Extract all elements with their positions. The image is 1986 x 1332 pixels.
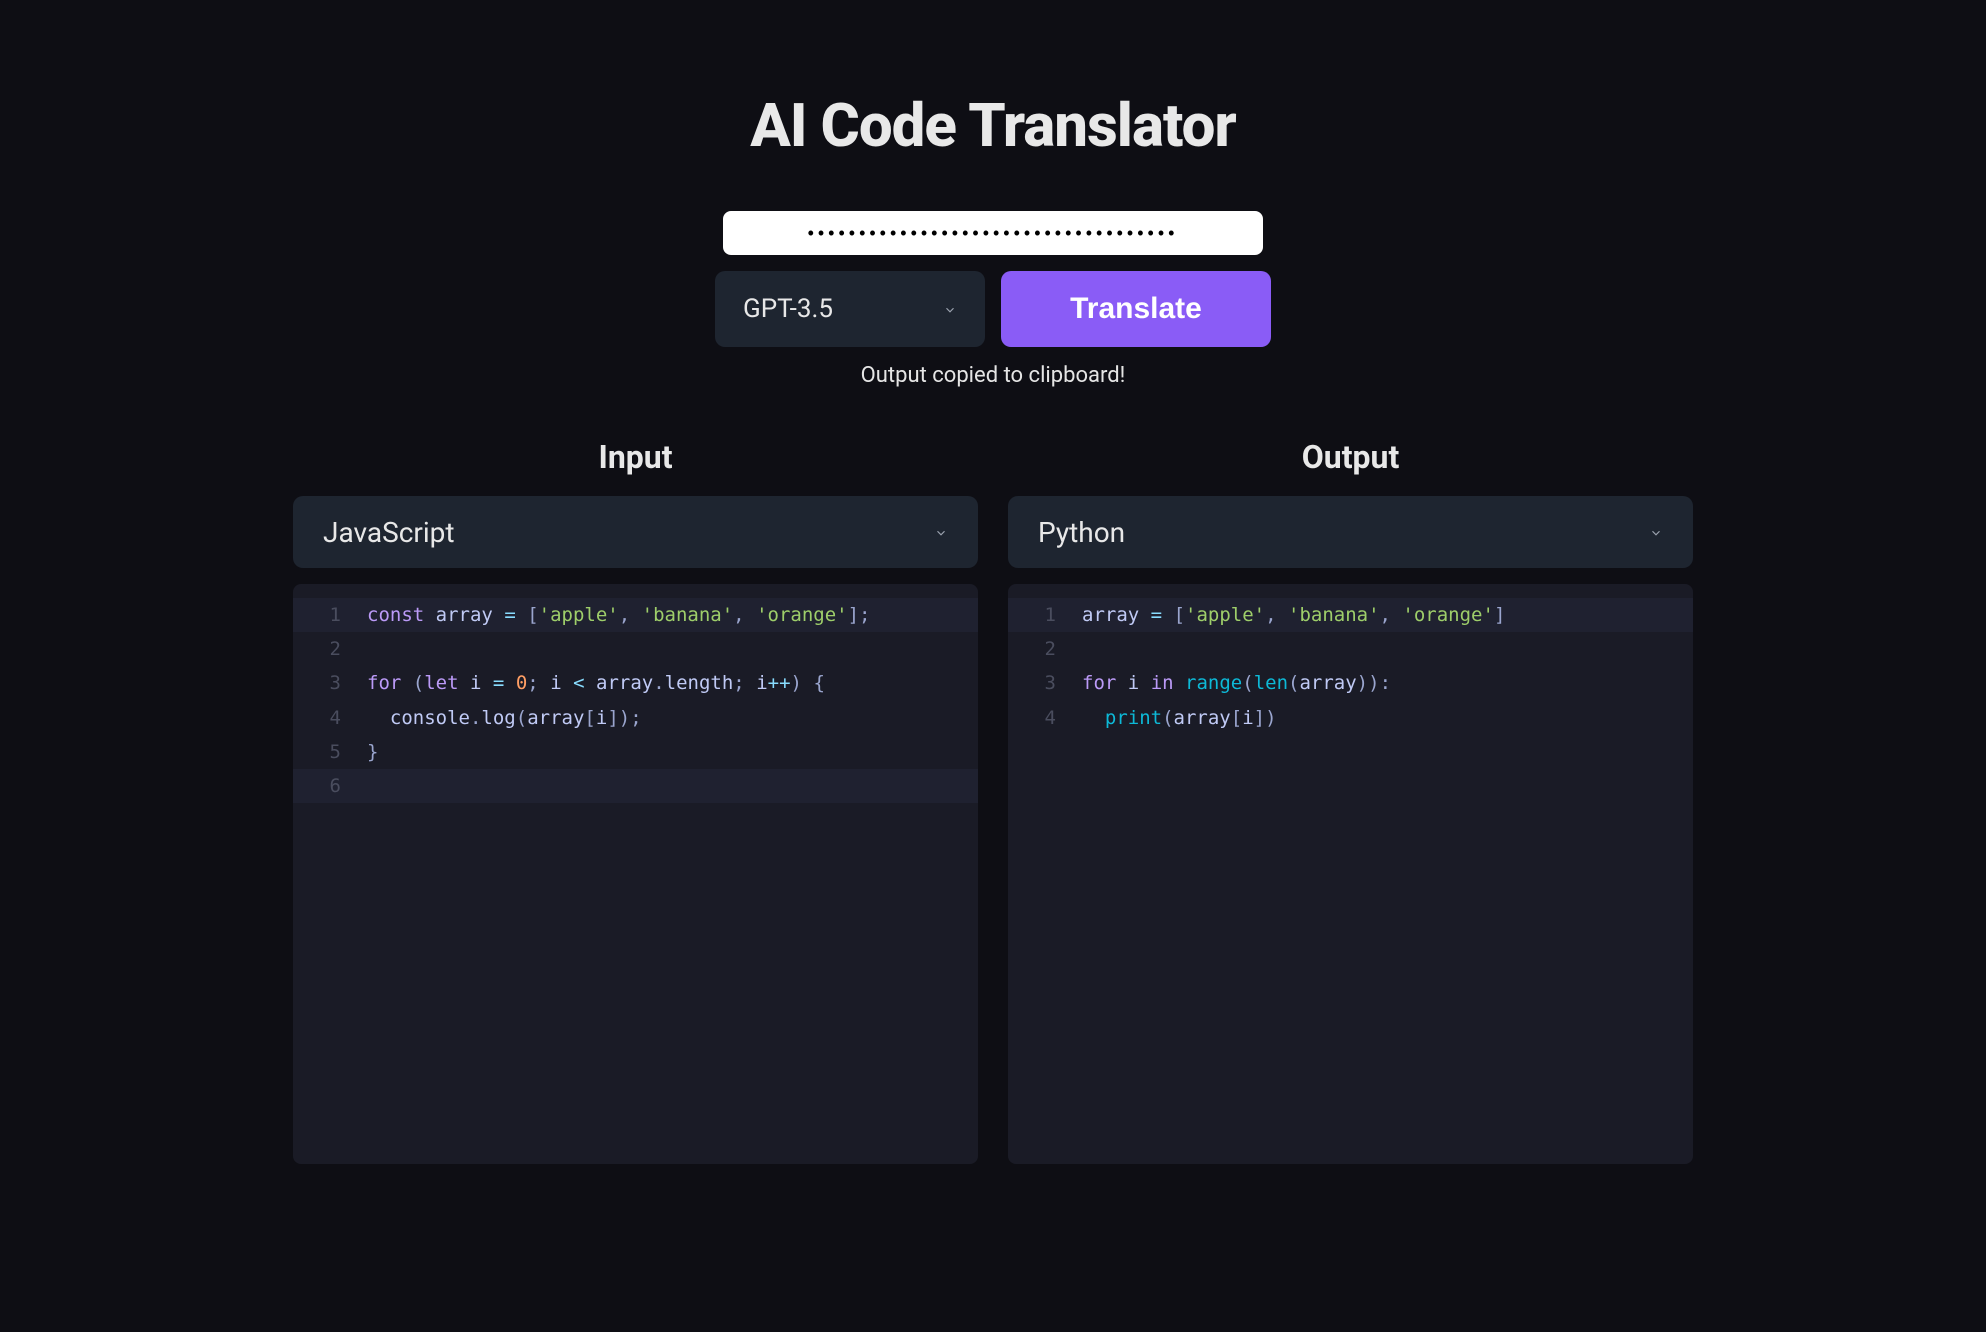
code-line: 1 const array = ['apple', 'banana', 'oran… — [293, 598, 978, 632]
code-line: 2 — [1008, 632, 1693, 666]
output-panel: Output Python 1 array = ['apple', 'banana… — [1008, 438, 1693, 1164]
control-row: GPT-3.5 Translate — [715, 271, 1271, 347]
line-number: 3 — [311, 666, 341, 700]
code-content: print(array[i]) — [1082, 701, 1277, 735]
line-number: 5 — [311, 735, 341, 769]
code-line: 2 — [293, 632, 978, 666]
code-line: 3 for (let i = 0; i < array.length; i++) … — [293, 666, 978, 700]
model-select-value: GPT-3.5 — [743, 294, 943, 324]
line-number: 2 — [1026, 632, 1056, 666]
chevron-down-icon — [934, 525, 948, 539]
line-number: 1 — [1026, 598, 1056, 632]
code-line: 3 for i in range(len(array)): — [1008, 666, 1693, 700]
input-code-editor[interactable]: 1 const array = ['apple', 'banana', 'oran… — [293, 584, 978, 1164]
api-key-input[interactable] — [723, 211, 1263, 255]
code-content: } — [367, 735, 378, 769]
code-content: for i in range(len(array)): — [1082, 666, 1391, 700]
line-number: 6 — [311, 769, 341, 803]
input-language-value: JavaScript — [323, 516, 934, 549]
code-content: for (let i = 0; i < array.length; i++) { — [367, 666, 825, 700]
line-number: 1 — [311, 598, 341, 632]
line-number: 3 — [1026, 666, 1056, 700]
status-message: Output copied to clipboard! — [861, 363, 1126, 388]
code-line: 1 array = ['apple', 'banana', 'orange'] — [1008, 598, 1693, 632]
chevron-down-icon — [943, 302, 957, 316]
chevron-down-icon — [1649, 525, 1663, 539]
line-number: 4 — [1026, 701, 1056, 735]
code-line: 4 console.log(array[i]); — [293, 701, 978, 735]
code-line: 6 — [293, 769, 978, 803]
model-select[interactable]: GPT-3.5 — [715, 271, 985, 347]
page-title: AI Code Translator — [293, 90, 1693, 161]
output-code-editor[interactable]: 1 array = ['apple', 'banana', 'orange'] 23… — [1008, 584, 1693, 1164]
input-panel: Input JavaScript 1 const array = ['apple'… — [293, 438, 978, 1164]
code-content: array = ['apple', 'banana', 'orange'] — [1082, 598, 1505, 632]
line-number: 4 — [311, 701, 341, 735]
output-panel-title: Output — [1008, 438, 1693, 476]
output-language-value: Python — [1038, 516, 1649, 549]
line-number: 2 — [311, 632, 341, 666]
translate-button[interactable]: Translate — [1001, 271, 1271, 347]
code-line: 4 print(array[i]) — [1008, 701, 1693, 735]
panels-container: Input JavaScript 1 const array = ['apple'… — [293, 438, 1693, 1164]
code-line: 5} — [293, 735, 978, 769]
input-panel-title: Input — [293, 438, 978, 476]
input-language-select[interactable]: JavaScript — [293, 496, 978, 568]
code-content: console.log(array[i]); — [367, 701, 642, 735]
code-content: const array = ['apple', 'banana', 'orang… — [367, 598, 871, 632]
output-language-select[interactable]: Python — [1008, 496, 1693, 568]
controls-section: GPT-3.5 Translate Output copied to clipb… — [293, 211, 1693, 388]
